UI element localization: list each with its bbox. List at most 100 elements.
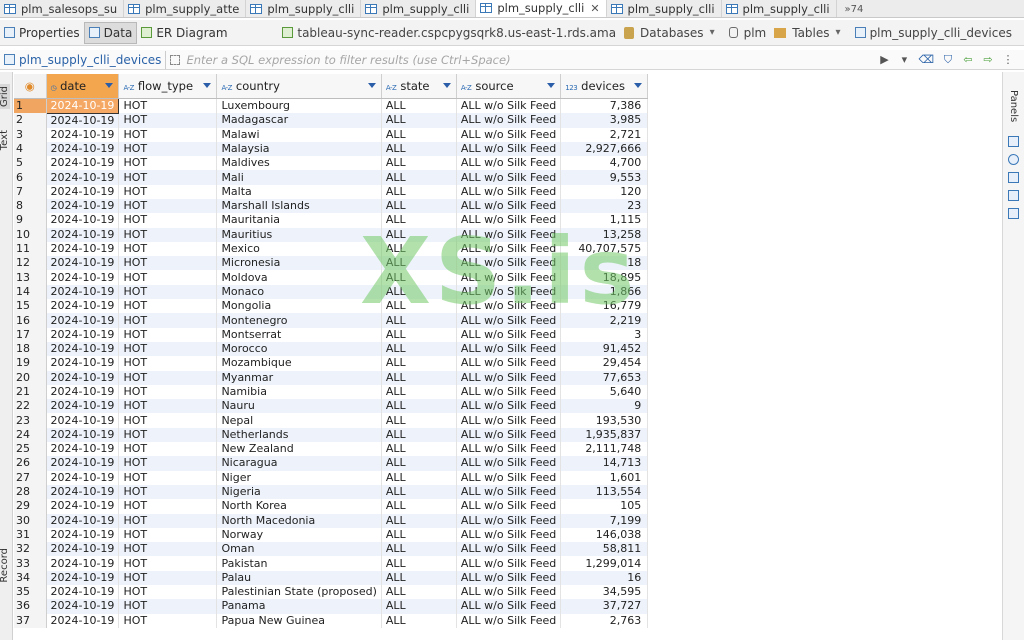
table-row[interactable]: 14 2024-10-19 HOT Monaco ALL ALL w/o Silk Fee… (14, 284, 649, 300)
state-cell[interactable]: ALL (381, 98, 457, 113)
country-cell[interactable]: Nepal (216, 413, 382, 428)
source-cell[interactable]: ALL w/o Silk Feed (456, 570, 562, 585)
column-header-date[interactable]: ◷ date (46, 74, 120, 99)
flow-type-cell[interactable]: HOT (118, 542, 218, 557)
country-cell[interactable]: Mexico (216, 241, 382, 257)
filter-history-button[interactable]: ▾ (898, 53, 910, 66)
date-cell[interactable]: 2024-10-19 (46, 413, 120, 428)
devices-cell[interactable]: 16,779 (560, 299, 649, 314)
row-number-cell[interactable]: 35 (14, 585, 47, 600)
row-number-cell[interactable]: 5 (14, 156, 47, 171)
back-arrow-icon[interactable]: ⇦ (962, 53, 974, 66)
row-number-cell[interactable]: 20 (14, 370, 47, 385)
country-cell[interactable]: North Korea (216, 499, 382, 514)
devices-cell[interactable]: 120 (560, 184, 649, 199)
state-cell[interactable]: ALL (381, 341, 457, 357)
row-number-cell[interactable]: 29 (14, 499, 47, 514)
source-cell[interactable]: ALL w/o Silk Feed (456, 484, 562, 500)
row-number-cell[interactable]: 30 (14, 513, 47, 528)
devices-cell[interactable]: 13,258 (560, 227, 649, 242)
state-cell[interactable]: ALL (381, 113, 457, 128)
databases-breadcrumb[interactable]: Databases ▾ (620, 22, 725, 44)
date-cell[interactable]: 2024-10-19 (46, 599, 120, 614)
source-cell[interactable]: ALL w/o Silk Feed (456, 427, 562, 443)
flow-type-cell[interactable]: HOT (118, 613, 218, 628)
date-cell[interactable]: 2024-10-19 (46, 284, 120, 300)
source-cell[interactable]: ALL w/o Silk Feed (456, 527, 562, 543)
editor-tab[interactable]: plm_salesops_su (0, 0, 125, 17)
devices-cell[interactable]: 23 (560, 198, 649, 214)
editor-tab[interactable]: plm_supply_clli (361, 0, 477, 17)
date-cell[interactable]: 2024-10-19 (46, 556, 120, 571)
state-cell[interactable]: ALL (381, 542, 457, 557)
source-cell[interactable]: ALL w/o Silk Feed (456, 499, 562, 514)
table-row[interactable]: 3 2024-10-19 HOT Malawi ALL ALL w/o Silk Feed… (14, 127, 649, 142)
table-row[interactable]: 8 2024-10-19 HOT Marshall Islands ALL ALL w/o… (14, 198, 649, 214)
connection-breadcrumb[interactable]: tableau-sync-reader.cspcpygsqrk8.us-east… (278, 22, 620, 44)
date-cell[interactable]: 2024-10-19 (46, 213, 120, 228)
devices-cell[interactable]: 4,700 (560, 156, 649, 171)
table-row[interactable]: 37 2024-10-19 HOT Papua New Guinea ALL ALL w/… (14, 613, 649, 628)
column-menu-icon[interactable] (367, 83, 376, 88)
state-cell[interactable]: ALL (381, 399, 457, 414)
country-cell[interactable]: Papua New Guinea (216, 613, 382, 628)
table-row[interactable]: 26 2024-10-19 HOT Nicaragua ALL ALL w/o Silk … (14, 456, 649, 471)
filter-settings-button[interactable]: ⛉ (942, 53, 954, 67)
country-cell[interactable]: Mali (216, 170, 382, 185)
state-cell[interactable]: ALL (381, 470, 457, 485)
flow-type-cell[interactable]: HOT (118, 570, 218, 585)
country-cell[interactable]: Micronesia (216, 256, 382, 271)
flow-type-cell[interactable]: HOT (118, 227, 218, 242)
table-row[interactable]: 13 2024-10-19 HOT Moldova ALL ALL w/o Silk Fe… (14, 270, 649, 285)
table-row[interactable]: 34 2024-10-19 HOT Palau ALL ALL w/o Silk Feed… (14, 570, 649, 585)
source-cell[interactable]: ALL w/o Silk Feed (456, 470, 562, 485)
source-cell[interactable]: ALL w/o Silk Feed (456, 341, 562, 357)
source-cell[interactable]: ALL w/o Silk Feed (456, 613, 562, 628)
country-cell[interactable]: Nicaragua (216, 456, 382, 471)
source-cell[interactable]: ALL w/o Silk Feed (456, 256, 562, 271)
devices-cell[interactable]: 2,721 (560, 127, 649, 142)
state-cell[interactable]: ALL (381, 184, 457, 199)
country-cell[interactable]: Oman (216, 542, 382, 557)
state-cell[interactable]: ALL (381, 227, 457, 242)
country-cell[interactable]: Mozambique (216, 356, 382, 371)
flow-type-cell[interactable]: HOT (118, 599, 218, 614)
table-row[interactable]: 29 2024-10-19 HOT North Korea ALL ALL w/o Sil… (14, 499, 649, 514)
row-number-cell[interactable]: 10 (14, 227, 47, 242)
flow-type-cell[interactable]: HOT (118, 313, 218, 328)
devices-cell[interactable]: 77,653 (560, 370, 649, 385)
devices-cell[interactable]: 1,935,837 (560, 427, 649, 443)
date-cell[interactable]: 2024-10-19 (46, 613, 120, 628)
date-cell[interactable]: 2024-10-19 (46, 156, 120, 171)
state-cell[interactable]: ALL (381, 141, 457, 157)
date-cell[interactable]: 2024-10-19 (46, 527, 120, 543)
devices-cell[interactable]: 105 (560, 499, 649, 514)
er-diagram-tab[interactable]: ER Diagram (137, 22, 231, 44)
table-row[interactable]: 28 2024-10-19 HOT Nigeria ALL ALL w/o Silk Fe… (14, 484, 649, 500)
country-cell[interactable]: Palau (216, 570, 382, 585)
column-menu-icon[interactable] (203, 83, 212, 88)
calc-icon[interactable] (1008, 190, 1019, 201)
state-cell[interactable]: ALL (381, 442, 457, 457)
table-row[interactable]: 21 2024-10-19 HOT Namibia ALL ALL w/o Silk Fe… (14, 384, 649, 400)
state-cell[interactable]: ALL (381, 384, 457, 400)
properties-tab[interactable]: Properties (0, 22, 84, 44)
row-number-cell[interactable]: 25 (14, 442, 47, 457)
devices-cell[interactable]: 91,452 (560, 341, 649, 357)
text-view-button[interactable]: Text (0, 130, 10, 150)
data-tab[interactable]: Data (83, 21, 138, 44)
flow-type-cell[interactable]: HOT (118, 127, 218, 142)
table-breadcrumb[interactable]: plm_supply_clli_devices (851, 22, 1016, 44)
source-cell[interactable]: ALL w/o Silk Feed (456, 284, 562, 300)
country-cell[interactable]: Nigeria (216, 484, 382, 500)
flow-type-cell[interactable]: HOT (118, 585, 218, 600)
table-row[interactable]: 11 2024-10-19 HOT Mexico ALL ALL w/o Silk Fee… (14, 241, 649, 257)
row-number-cell[interactable]: 15 (14, 299, 47, 314)
flow-type-cell[interactable]: HOT (118, 170, 218, 185)
state-cell[interactable]: ALL (381, 284, 457, 300)
table-row[interactable]: 4 2024-10-19 HOT Malaysia ALL ALL w/o Silk Fe… (14, 141, 649, 157)
state-cell[interactable]: ALL (381, 213, 457, 228)
state-cell[interactable]: ALL (381, 613, 457, 628)
source-cell[interactable]: ALL w/o Silk Feed (456, 442, 562, 457)
column-menu-icon[interactable] (634, 83, 643, 88)
